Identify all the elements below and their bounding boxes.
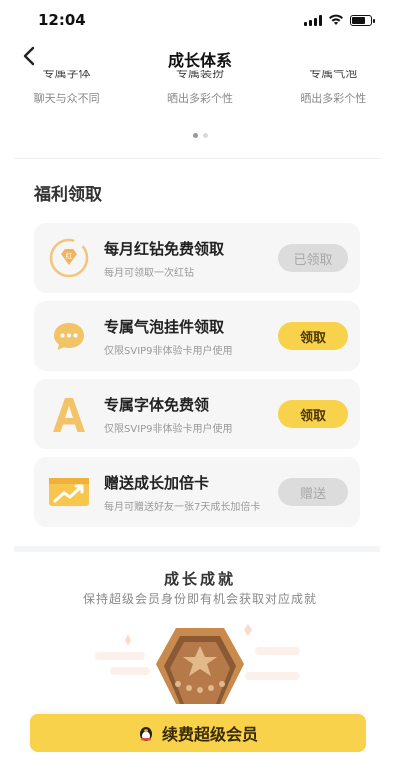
status-icons <box>304 14 375 26</box>
status-time: 12:04 <box>38 11 86 29</box>
claim-font-button[interactable]: 领取 <box>278 400 348 428</box>
red-diamond-icon: 红 <box>34 223 104 293</box>
benefit-title: 每月红钻免费领取 <box>104 239 225 258</box>
wifi-icon <box>329 14 343 25</box>
claimed-button[interactable]: 已领取 <box>278 244 348 272</box>
carousel-dot-active <box>192 133 198 138</box>
badge-illustration <box>95 624 300 704</box>
penguin-icon <box>138 724 154 742</box>
benefit-title: 专属字体免费领 <box>104 395 210 414</box>
status-bar: 12:04 <box>0 0 400 40</box>
font-a-icon <box>34 379 104 449</box>
privilege-item[interactable]: 专属装扮 晒出多彩个性 <box>140 70 260 116</box>
privilege-subtitle: 晒出多彩个性 <box>300 92 367 105</box>
benefit-card-bubble: 专属气泡挂件领取 仅限SVIP9非体验卡用户使用 领取 <box>34 301 360 371</box>
section-divider <box>14 158 380 159</box>
benefit-desc: 仅限SVIP9非体验卡用户使用 <box>104 423 233 435</box>
claim-bubble-button[interactable]: 领取 <box>278 322 348 350</box>
benefit-card-red-diamond: 红 每月红钻免费领取 每月可领取一次红钻 已领取 <box>34 223 360 293</box>
benefit-card-font: 专属字体免费领 仅限SVIP9非体验卡用户使用 领取 <box>34 379 360 449</box>
privilege-carousel[interactable]: 专属字体 聊天与众不同 专属装扮 晒出多彩个性 专属气泡 晒出多彩个性 <box>0 70 400 116</box>
privilege-item[interactable]: 专属气泡 晒出多彩个性 <box>273 70 393 116</box>
section-divider <box>14 546 380 552</box>
benefit-title: 赠送成长加倍卡 <box>104 473 210 492</box>
chat-bubble-icon <box>34 301 104 371</box>
achievement-badge <box>0 612 400 712</box>
benefit-desc: 仅限SVIP9非体验卡用户使用 <box>104 345 233 357</box>
carousel-dots <box>0 133 400 138</box>
page-title: 成长体系 <box>167 51 232 70</box>
benefit-desc: 每月可赠送好友一张7天成长加倍卡 <box>104 501 261 513</box>
gift-button[interactable]: 赠送 <box>278 478 348 506</box>
growth-title: 成长成就 <box>163 570 236 588</box>
privilege-subtitle: 聊天与众不同 <box>33 92 100 105</box>
growth-subtitle: 保持超级会员身份即有机会获取对应成就 <box>82 592 317 606</box>
signal-icon <box>304 14 322 26</box>
growth-card-icon <box>34 457 104 527</box>
privilege-title: 专属字体 <box>42 70 91 80</box>
benefits-title: 福利领取 <box>34 185 102 205</box>
svg-text:红: 红 <box>66 251 73 260</box>
renew-label: 续费超级会员 <box>161 725 258 744</box>
privilege-item[interactable]: 专属字体 聊天与众不同 <box>7 70 127 116</box>
benefit-card-growth: 赠送成长加倍卡 每月可赠送好友一张7天成长加倍卡 赠送 <box>34 457 360 527</box>
carousel-dot <box>202 133 208 138</box>
benefit-title: 专属气泡挂件领取 <box>104 317 225 336</box>
battery-icon <box>350 14 375 26</box>
privilege-title: 专属装扮 <box>175 70 224 80</box>
benefit-desc: 每月可领取一次红钻 <box>104 267 194 279</box>
privilege-title: 专属气泡 <box>309 70 358 80</box>
back-icon[interactable] <box>22 46 36 66</box>
renew-svip-button[interactable]: 续费超级会员 <box>30 714 366 752</box>
privilege-subtitle: 晒出多彩个性 <box>166 92 233 105</box>
